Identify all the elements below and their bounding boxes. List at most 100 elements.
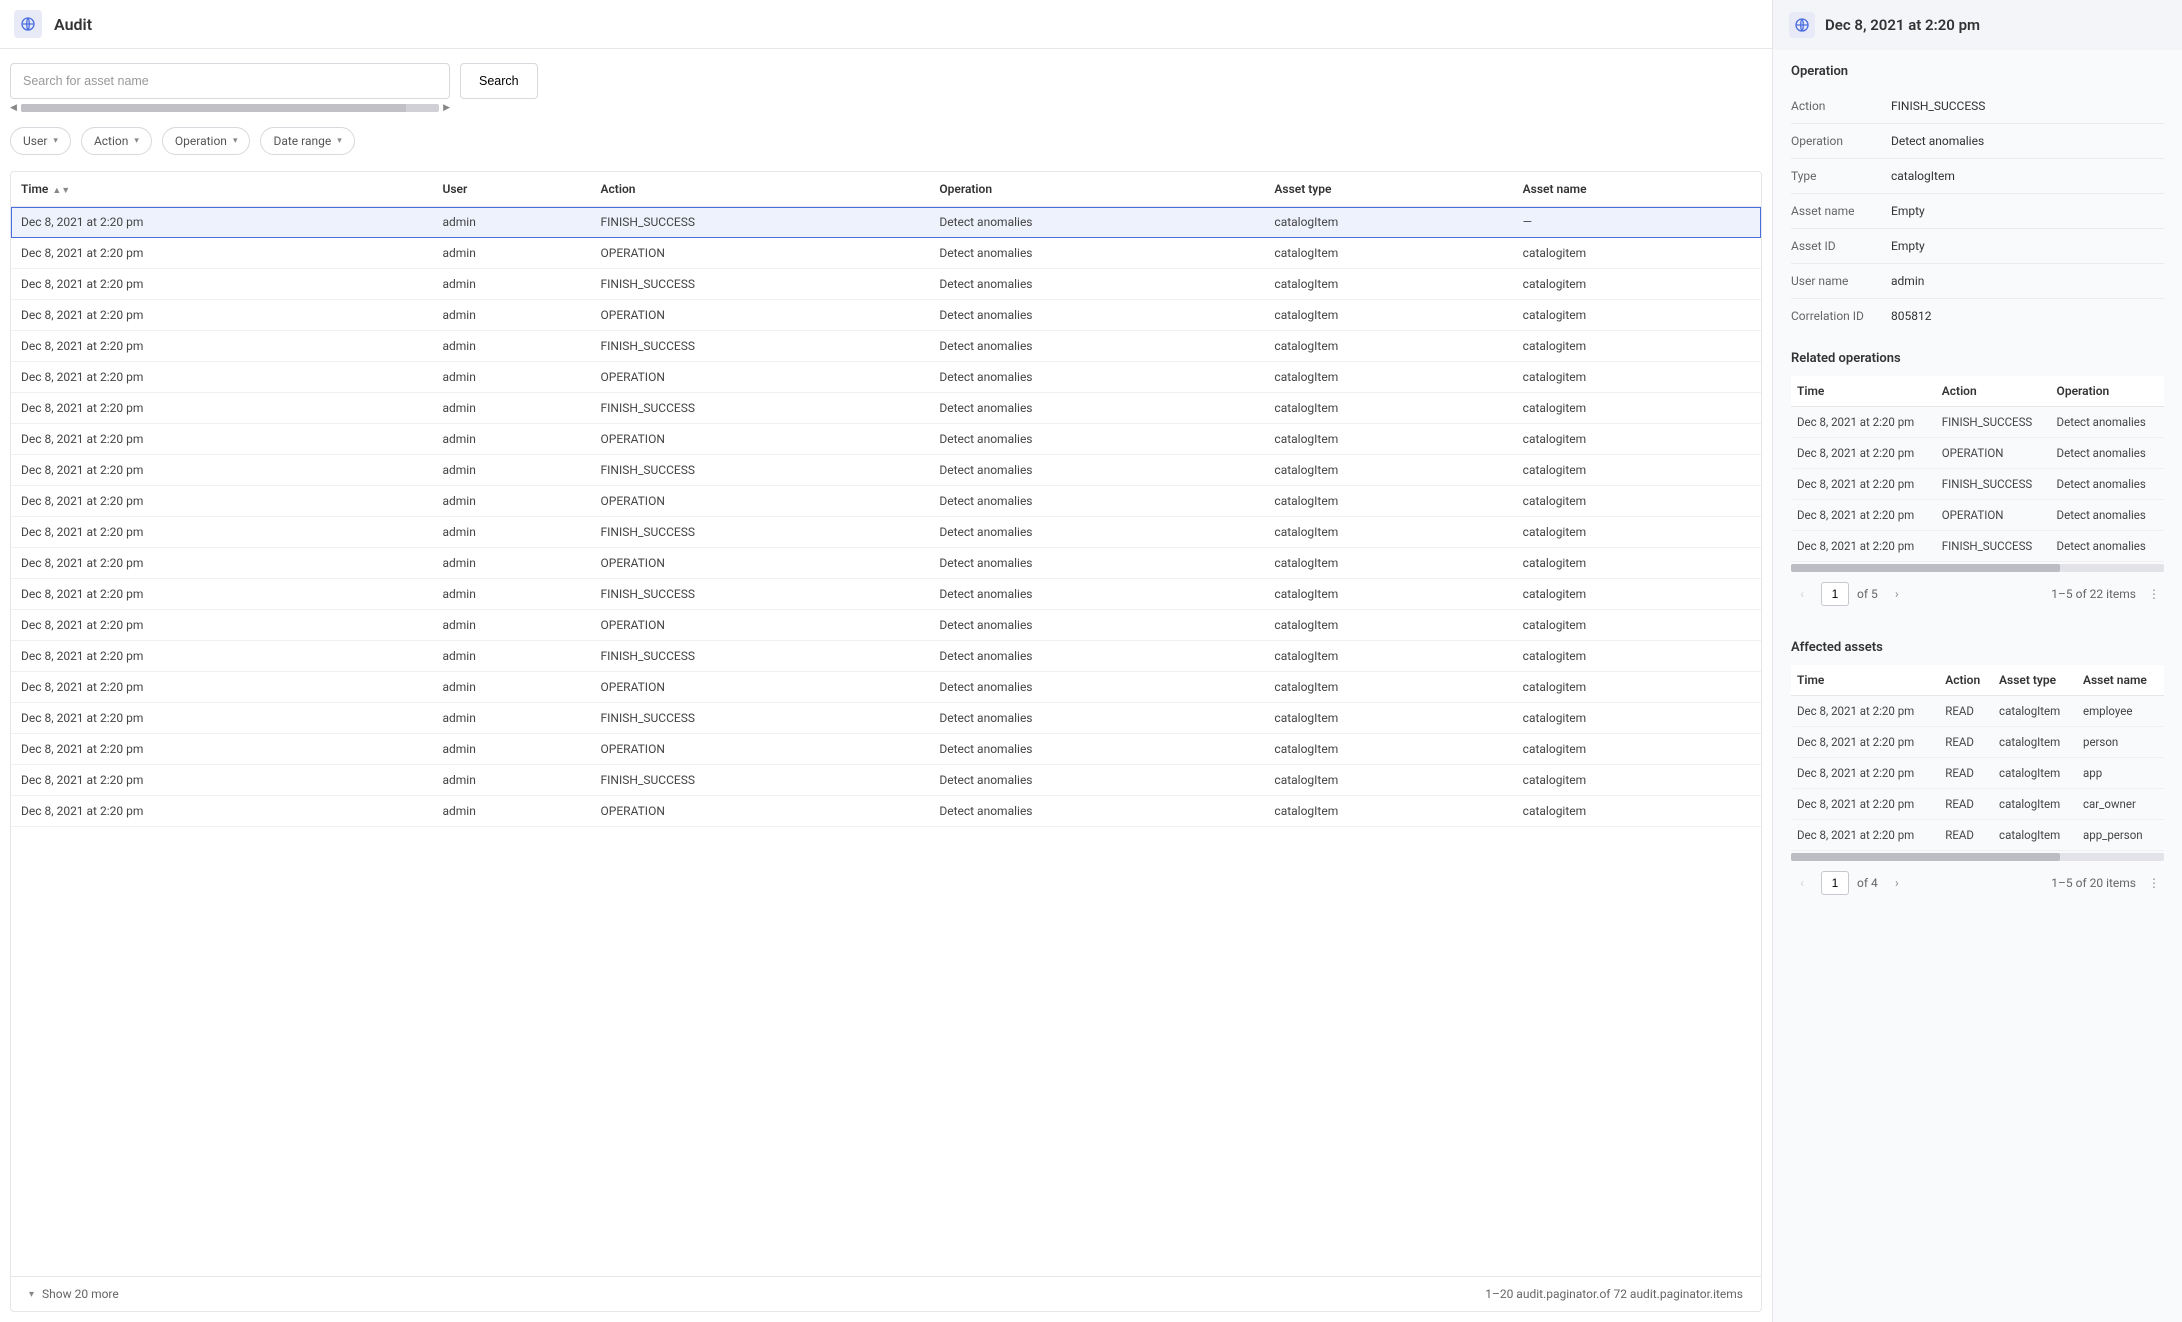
cell-asset-name: catalogitem bbox=[1513, 269, 1761, 300]
cell-asset-name: catalogitem bbox=[1513, 424, 1761, 455]
aff-col-action[interactable]: Action bbox=[1939, 665, 1993, 696]
cell-asset-name: employee bbox=[2077, 696, 2164, 727]
page-of-label: of 5 bbox=[1857, 587, 1878, 601]
col-asset-name[interactable]: Asset name bbox=[1513, 172, 1761, 207]
filter-label: Date range bbox=[273, 134, 331, 148]
cell-time: Dec 8, 2021 at 2:20 pm bbox=[11, 579, 432, 610]
cell-operation: Detect anomalies bbox=[2051, 500, 2164, 531]
col-operation[interactable]: Operation bbox=[929, 172, 1264, 207]
table-row[interactable]: Dec 8, 2021 at 2:20 pmOPERATIONDetect an… bbox=[1791, 438, 2164, 469]
search-button[interactable]: Search bbox=[460, 63, 538, 99]
filter-action[interactable]: Action▾ bbox=[81, 127, 152, 155]
kv-key: Type bbox=[1791, 169, 1891, 183]
kv-row: TypecatalogItem bbox=[1791, 159, 2164, 194]
table-row[interactable]: Dec 8, 2021 at 2:20 pmOPERATIONDetect an… bbox=[1791, 500, 2164, 531]
related-scroll[interactable] bbox=[1791, 564, 2164, 572]
table-row[interactable]: Dec 8, 2021 at 2:20 pmFINISH_SUCCESSDete… bbox=[1791, 407, 2164, 438]
table-row[interactable]: Dec 8, 2021 at 2:20 pmREADcatalogItememp… bbox=[1791, 696, 2164, 727]
table-row[interactable]: Dec 8, 2021 at 2:20 pmadminOPERATIONDete… bbox=[11, 548, 1761, 579]
table-row[interactable]: Dec 8, 2021 at 2:20 pmadminOPERATIONDete… bbox=[11, 238, 1761, 269]
col-asset-type[interactable]: Asset type bbox=[1264, 172, 1512, 207]
cell-time: Dec 8, 2021 at 2:20 pm bbox=[1791, 696, 1939, 727]
kv-key: Operation bbox=[1791, 134, 1891, 148]
cell-asset-name: catalogitem bbox=[1513, 300, 1761, 331]
rel-col-time[interactable]: Time bbox=[1791, 376, 1936, 407]
cell-operation: Detect anomalies bbox=[929, 548, 1264, 579]
table-row[interactable]: Dec 8, 2021 at 2:20 pmFINISH_SUCCESSDete… bbox=[1791, 469, 2164, 500]
table-row[interactable]: Dec 8, 2021 at 2:20 pmadminFINISH_SUCCES… bbox=[11, 765, 1761, 796]
table-row[interactable]: Dec 8, 2021 at 2:20 pmadminFINISH_SUCCES… bbox=[11, 331, 1761, 362]
cell-user: admin bbox=[432, 362, 590, 393]
cell-time: Dec 8, 2021 at 2:20 pm bbox=[11, 300, 432, 331]
kebab-icon[interactable]: ⋮ bbox=[2144, 876, 2164, 890]
prev-page-button[interactable]: ‹ bbox=[1791, 872, 1813, 894]
table-row[interactable]: Dec 8, 2021 at 2:20 pmREADcatalogItemapp bbox=[1791, 758, 2164, 789]
cell-asset-type: catalogItem bbox=[1993, 696, 2077, 727]
cell-operation: Detect anomalies bbox=[929, 765, 1264, 796]
cell-asset-type: catalogItem bbox=[1264, 455, 1512, 486]
show-more-button[interactable]: ▾ Show 20 more bbox=[29, 1287, 119, 1301]
cell-time: Dec 8, 2021 at 2:20 pm bbox=[1791, 407, 1936, 438]
pager-range: 1–5 of 20 items bbox=[2051, 876, 2136, 890]
filter-date-range[interactable]: Date range ▾ bbox=[260, 127, 354, 155]
aff-col-time[interactable]: Time bbox=[1791, 665, 1939, 696]
cell-asset-name: catalogitem bbox=[1513, 703, 1761, 734]
table-row[interactable]: Dec 8, 2021 at 2:20 pmadminOPERATIONDete… bbox=[11, 610, 1761, 641]
chevron-down-icon: ▾ bbox=[337, 136, 342, 146]
rel-col-action[interactable]: Action bbox=[1936, 376, 2051, 407]
affected-scroll[interactable] bbox=[1791, 853, 2164, 861]
table-row[interactable]: Dec 8, 2021 at 2:20 pmadminOPERATIONDete… bbox=[11, 362, 1761, 393]
col-time[interactable]: Time▲▼ bbox=[11, 172, 432, 207]
filter-operation[interactable]: Operation▾ bbox=[162, 127, 251, 155]
filter-label: User bbox=[23, 134, 47, 148]
col-user[interactable]: User bbox=[432, 172, 590, 207]
cell-user: admin bbox=[432, 703, 590, 734]
rel-col-operation[interactable]: Operation bbox=[2051, 376, 2164, 407]
table-row[interactable]: Dec 8, 2021 at 2:20 pmadminFINISH_SUCCES… bbox=[11, 703, 1761, 734]
table-row[interactable]: Dec 8, 2021 at 2:20 pmadminFINISH_SUCCES… bbox=[11, 517, 1761, 548]
cell-user: admin bbox=[432, 672, 590, 703]
chevron-down-icon: ▾ bbox=[29, 1289, 34, 1300]
table-row[interactable]: Dec 8, 2021 at 2:20 pmadminFINISH_SUCCES… bbox=[11, 207, 1761, 238]
table-row[interactable]: Dec 8, 2021 at 2:20 pmadminFINISH_SUCCES… bbox=[11, 393, 1761, 424]
col-action[interactable]: Action bbox=[591, 172, 930, 207]
table-row[interactable]: Dec 8, 2021 at 2:20 pmREADcatalogItemapp… bbox=[1791, 820, 2164, 851]
filter-user[interactable]: User▾ bbox=[10, 127, 71, 155]
cell-time: Dec 8, 2021 at 2:20 pm bbox=[11, 238, 432, 269]
table-row[interactable]: Dec 8, 2021 at 2:20 pmadminOPERATIONDete… bbox=[11, 672, 1761, 703]
table-row[interactable]: Dec 8, 2021 at 2:20 pmadminOPERATIONDete… bbox=[11, 734, 1761, 765]
next-page-button[interactable]: › bbox=[1886, 583, 1908, 605]
table-row[interactable]: Dec 8, 2021 at 2:20 pmadminOPERATIONDete… bbox=[11, 796, 1761, 827]
table-row[interactable]: Dec 8, 2021 at 2:20 pmadminOPERATIONDete… bbox=[11, 300, 1761, 331]
table-row[interactable]: Dec 8, 2021 at 2:20 pmREADcatalogItemper… bbox=[1791, 727, 2164, 758]
cell-asset-type: catalogItem bbox=[1264, 486, 1512, 517]
kv-key: Action bbox=[1791, 99, 1891, 113]
table-row[interactable]: Dec 8, 2021 at 2:20 pmadminOPERATIONDete… bbox=[11, 486, 1761, 517]
table-row[interactable]: Dec 8, 2021 at 2:20 pmadminFINISH_SUCCES… bbox=[11, 455, 1761, 486]
table-row[interactable]: Dec 8, 2021 at 2:20 pmFINISH_SUCCESSDete… bbox=[1791, 531, 2164, 562]
aff-col-asset-name[interactable]: Asset name bbox=[2077, 665, 2164, 696]
table-row[interactable]: Dec 8, 2021 at 2:20 pmREADcatalogItemcar… bbox=[1791, 789, 2164, 820]
next-page-button[interactable]: › bbox=[1886, 872, 1908, 894]
scroll-track[interactable] bbox=[21, 104, 439, 112]
cell-user: admin bbox=[432, 486, 590, 517]
cell-action: OPERATION bbox=[591, 796, 930, 827]
table-row[interactable]: Dec 8, 2021 at 2:20 pmadminFINISH_SUCCES… bbox=[11, 579, 1761, 610]
table-row[interactable]: Dec 8, 2021 at 2:20 pmadminFINISH_SUCCES… bbox=[11, 641, 1761, 672]
cell-user: admin bbox=[432, 641, 590, 672]
search-scroll-hint: ◀ ▶ bbox=[10, 103, 450, 113]
cell-action: FINISH_SUCCESS bbox=[1936, 531, 2051, 562]
kebab-icon[interactable]: ⋮ bbox=[2144, 587, 2164, 601]
prev-page-button[interactable]: ‹ bbox=[1791, 583, 1813, 605]
cell-time: Dec 8, 2021 at 2:20 pm bbox=[11, 517, 432, 548]
cell-asset-type: catalogItem bbox=[1264, 641, 1512, 672]
cell-action: OPERATION bbox=[1936, 438, 2051, 469]
aff-col-asset-type[interactable]: Asset type bbox=[1993, 665, 2077, 696]
table-row[interactable]: Dec 8, 2021 at 2:20 pmadminOPERATIONDete… bbox=[11, 424, 1761, 455]
search-input[interactable] bbox=[10, 63, 450, 99]
table-row[interactable]: Dec 8, 2021 at 2:20 pmadminFINISH_SUCCES… bbox=[11, 269, 1761, 300]
page-input[interactable] bbox=[1821, 871, 1849, 895]
page-input[interactable] bbox=[1821, 582, 1849, 606]
cell-user: admin bbox=[432, 796, 590, 827]
affected-assets-section: Affected assets Time Action Asset type A… bbox=[1773, 626, 2182, 915]
